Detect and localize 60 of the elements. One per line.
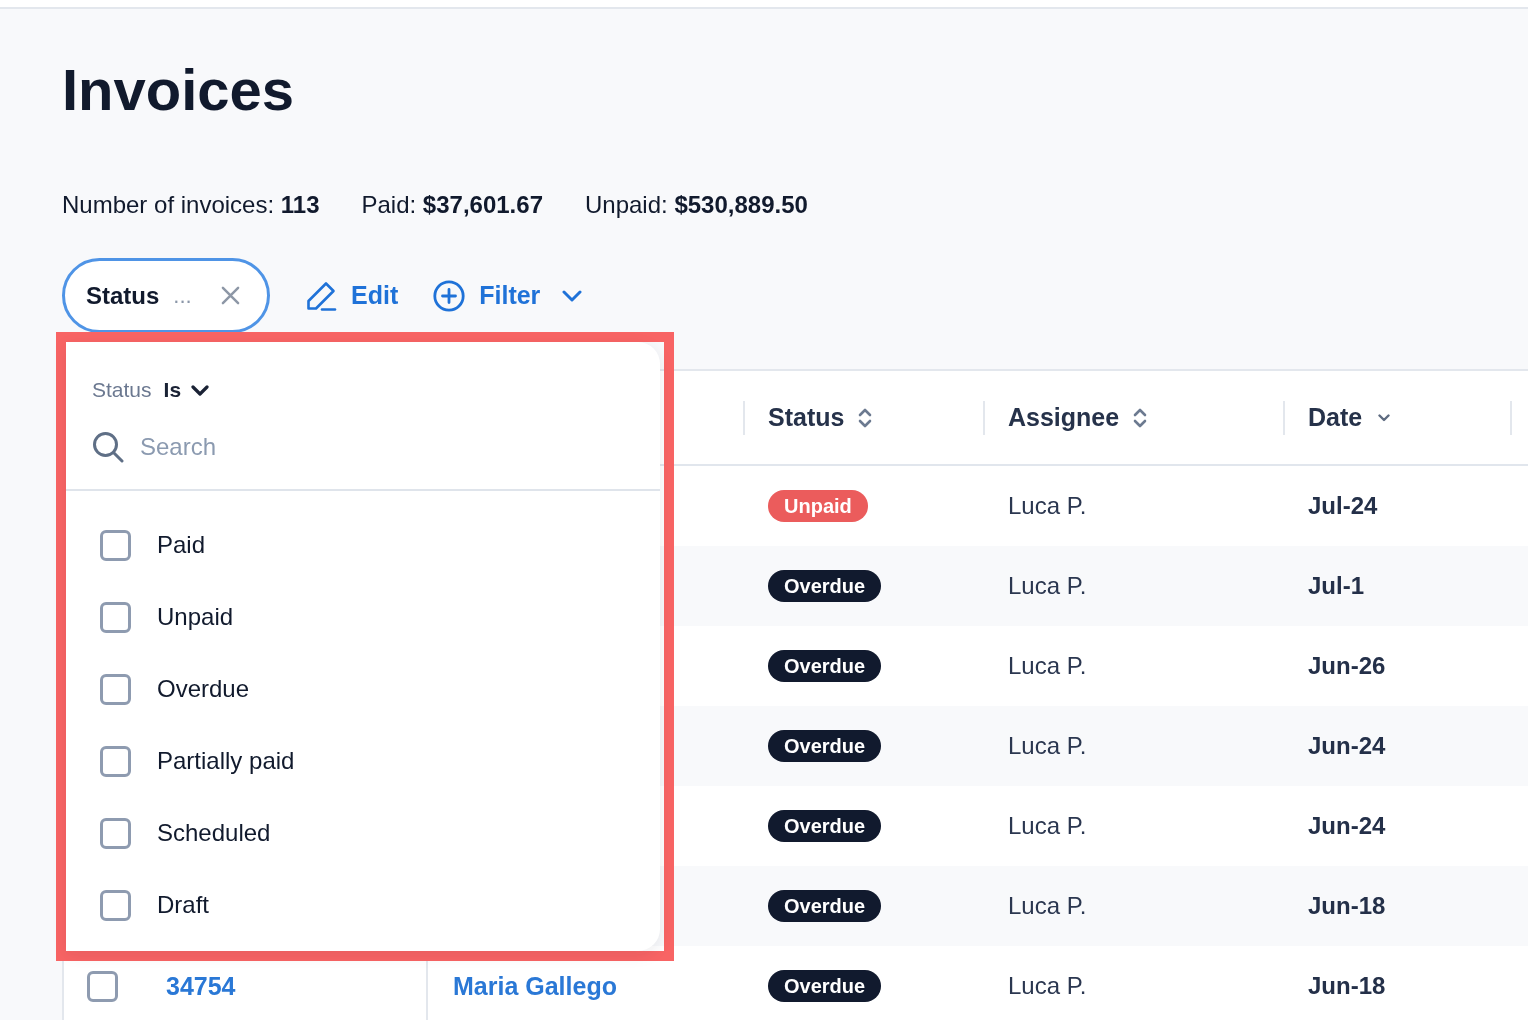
chevron-down-icon: [191, 384, 210, 396]
caret-down-icon[interactable]: [1378, 413, 1391, 422]
assignee-name: Luca P.: [1008, 652, 1087, 680]
status-badge: Unpaid: [768, 490, 868, 522]
option-label[interactable]: Overdue: [157, 675, 250, 703]
option-checkbox[interactable]: [100, 745, 131, 777]
filter-field-label: Status: [92, 378, 152, 402]
status-badge: Overdue: [768, 810, 882, 842]
invoice-number-link[interactable]: 34754: [166, 971, 236, 1001]
edit-button[interactable]: Edit: [305, 279, 399, 312]
page-title: Invoices: [62, 56, 295, 124]
assignee-name: Luca P.: [1008, 972, 1087, 1000]
status-badge: Overdue: [768, 570, 882, 602]
invoice-date: Jun-18: [1308, 892, 1386, 920]
row-checkbox[interactable]: [87, 970, 118, 1002]
column-header[interactable]: Status: [768, 403, 845, 432]
summary-stat: Paid: $37,601.67: [361, 190, 543, 220]
invoice-date: Jun-26: [1308, 652, 1386, 680]
close-icon[interactable]: [221, 286, 240, 305]
chip-value: ...: [173, 282, 192, 309]
option-checkbox[interactable]: [100, 673, 131, 705]
assignee-name: Luca P.: [1008, 572, 1087, 600]
search-icon: [92, 431, 124, 463]
option-checkbox[interactable]: [100, 601, 131, 633]
customer-name-link[interactable]: Maria Gallego: [453, 971, 617, 1001]
assignee-name: Luca P.: [1008, 492, 1087, 520]
option-checkbox[interactable]: [100, 529, 131, 561]
invoice-date: Jul-24: [1308, 492, 1378, 520]
assignee-name: Luca P.: [1008, 732, 1087, 760]
sort-icon[interactable]: [1133, 406, 1148, 429]
status-badge: Overdue: [768, 890, 882, 922]
column-header[interactable]: Assignee: [1008, 403, 1120, 432]
filter-button[interactable]: Filter: [433, 279, 583, 312]
option-label[interactable]: Partially paid: [157, 747, 295, 775]
search-field[interactable]: Search: [140, 433, 540, 461]
operator-dropdown[interactable]: Is: [163, 378, 210, 402]
option-label[interactable]: Unpaid: [157, 603, 234, 631]
status-badge: Overdue: [768, 650, 882, 682]
option-label[interactable]: Scheduled: [157, 819, 271, 847]
option-label[interactable]: Paid: [157, 531, 206, 559]
option-label[interactable]: Draft: [157, 891, 209, 919]
status-badge: Overdue: [768, 730, 882, 762]
invoice-date: Jun-24: [1308, 732, 1386, 760]
option-checkbox[interactable]: [100, 817, 131, 849]
pencil-icon: [305, 279, 337, 312]
assignee-name: Luca P.: [1008, 812, 1087, 840]
filter-chip[interactable]: Status ...: [62, 258, 270, 333]
option-checkbox[interactable]: [100, 889, 131, 921]
invoice-date: Jul-1: [1308, 572, 1364, 600]
invoice-date: Jun-24: [1308, 812, 1386, 840]
chip-label: Status: [86, 281, 160, 310]
plus-circle-icon: [433, 279, 466, 312]
invoice-date: Jun-18: [1308, 972, 1386, 1000]
sort-icon[interactable]: [858, 406, 873, 429]
chevron-down-icon: [562, 289, 583, 302]
summary-stat: Number of invoices: 113: [62, 190, 320, 220]
assignee-name: Luca P.: [1008, 892, 1087, 920]
column-header[interactable]: Date: [1308, 403, 1363, 432]
status-badge: Overdue: [768, 970, 882, 1002]
summary-stat: Unpaid: $530,889.50: [585, 190, 808, 220]
